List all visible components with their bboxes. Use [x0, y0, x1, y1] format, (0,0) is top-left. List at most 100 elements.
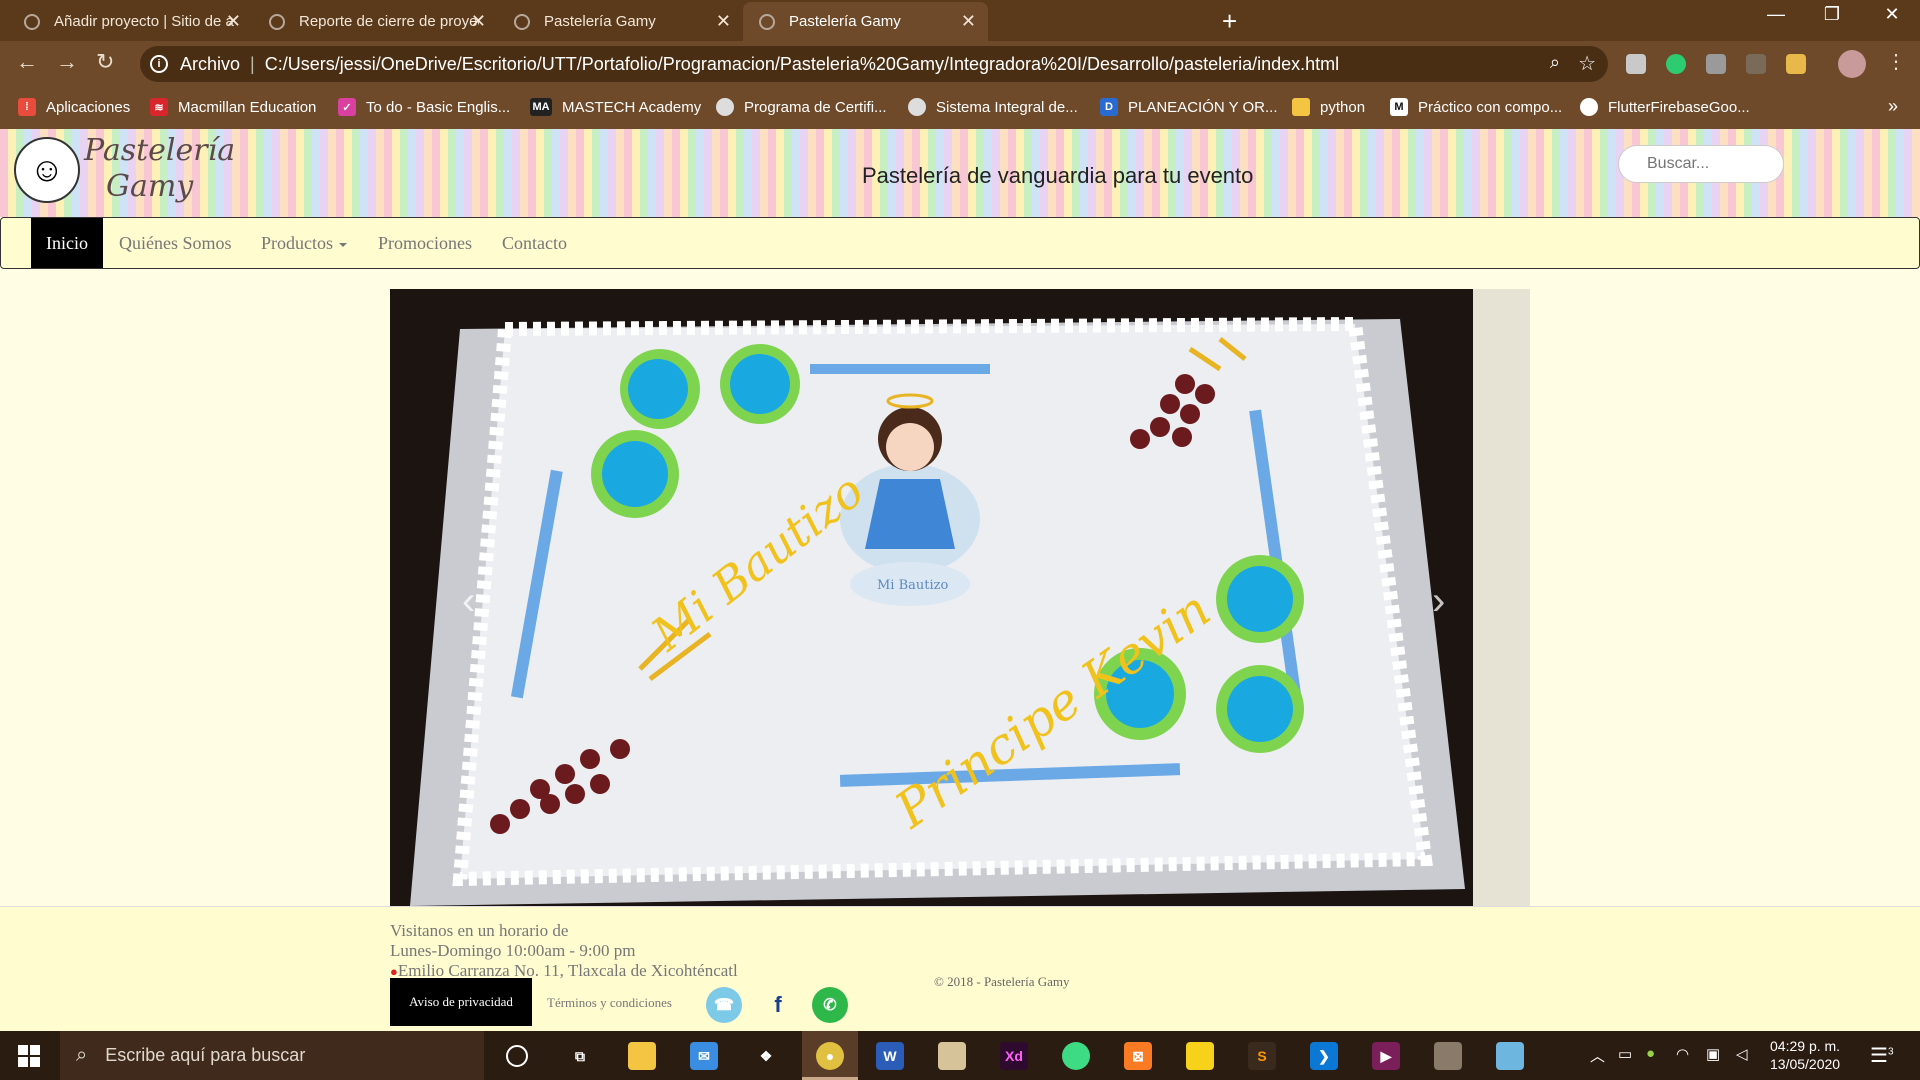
- mastech-icon: MA: [530, 98, 552, 116]
- extension-cast-icon[interactable]: [1626, 54, 1646, 74]
- taskbar-clock[interactable]: 04:29 p. m. 13/05/2020: [1770, 1037, 1840, 1073]
- bookmark-mastech[interactable]: MA MASTECH Academy: [530, 98, 701, 116]
- chef-logo-icon[interactable]: ☺: [14, 137, 80, 203]
- tab-pasteleria-active[interactable]: Pastelería Gamy ✕: [743, 2, 988, 41]
- site-footer: Visitanos en un horario de Lunes-Domingo…: [0, 906, 1920, 1031]
- profile-avatar[interactable]: [1838, 50, 1866, 78]
- tray-chevron-icon[interactable]: ︿: [1590, 1045, 1605, 1066]
- minimize-button[interactable]: —: [1746, 4, 1806, 25]
- more-bookmarks-icon[interactable]: »: [1888, 96, 1898, 117]
- extension-shield-icon[interactable]: [1666, 54, 1686, 74]
- nav-promociones[interactable]: Promociones: [363, 218, 487, 268]
- footer-info: Visitanos en un horario de Lunes-Domingo…: [390, 921, 738, 982]
- url-text[interactable]: C:/Users/jessi/OneDrive/Escritorio/UTT/P…: [265, 54, 1465, 75]
- tab-admin[interactable]: Añadir proyecto | Sitio de admini ✕: [8, 2, 253, 41]
- wifi-icon[interactable]: ◠: [1676, 1045, 1689, 1063]
- zoom-icon[interactable]: ⌕: [1550, 52, 1560, 73]
- logo-line-2: Gamy: [106, 169, 194, 204]
- globe-icon: [24, 13, 40, 30]
- sticky-notes-icon[interactable]: [1186, 1042, 1214, 1070]
- nav-productos[interactable]: Productos: [246, 218, 362, 268]
- cake-illustration: Mi Bautizo Mi Bautizo Principe Kevin: [390, 289, 1473, 906]
- search-input[interactable]: [1618, 145, 1784, 183]
- close-tab-icon[interactable]: ✕: [226, 11, 241, 32]
- adobe-xd-icon[interactable]: Xd: [1000, 1042, 1028, 1070]
- bookmark-practico[interactable]: M Práctico con compo...: [1390, 98, 1562, 116]
- word-icon[interactable]: W: [876, 1042, 904, 1070]
- globe-icon: [759, 13, 775, 30]
- back-icon[interactable]: ←: [16, 49, 38, 75]
- taskbar-search[interactable]: ⌕ Escribe aquí para buscar: [60, 1031, 484, 1080]
- tab-title: Pastelería Gamy: [544, 13, 656, 30]
- extension-layers-icon[interactable]: [1706, 54, 1726, 74]
- bookmark-python[interactable]: python: [1292, 98, 1365, 116]
- tab-reporte[interactable]: Reporte de cierre de proyecto.pd ✕: [253, 2, 498, 41]
- cortana-icon[interactable]: [506, 1045, 528, 1067]
- tray-app-icon[interactable]: ●: [1646, 1045, 1655, 1062]
- topper-label: Mi Bautizo: [877, 578, 949, 593]
- tab-pasteleria-1[interactable]: Pastelería Gamy ✕: [498, 2, 743, 41]
- notepad-icon[interactable]: [1496, 1042, 1524, 1070]
- bookmark-flutter[interactable]: FlutterFirebaseGoo...: [1580, 98, 1750, 116]
- extension-pen-icon[interactable]: [1786, 54, 1806, 74]
- carousel-slide-image: Mi Bautizo Mi Bautizo Principe Kevin: [390, 289, 1473, 906]
- contact-robot-icon[interactable]: ☎: [706, 987, 742, 1023]
- bookmark-sistema[interactable]: Sistema Integral de...: [908, 98, 1078, 116]
- logo-line-1: Pastelería: [84, 133, 236, 168]
- bookmark-planeacion[interactable]: D PLANEACIÓN Y OR...: [1100, 98, 1278, 116]
- vscode-icon[interactable]: ❯: [1310, 1042, 1338, 1070]
- carousel-next-icon[interactable]: ›: [1432, 579, 1445, 624]
- image-carousel: Mi Bautizo Mi Bautizo Principe Kevin ‹ ›: [390, 289, 1530, 906]
- facebook-icon[interactable]: f: [760, 987, 796, 1023]
- windows-taskbar: ⌕ Escribe aquí para buscar ⧉ ✉ ❖ ● W Xd …: [0, 1031, 1920, 1080]
- nav-contacto[interactable]: Contacto: [487, 218, 582, 268]
- bookmark-macmillan[interactable]: ≋ Macmillan Education: [150, 98, 316, 116]
- android-studio-icon[interactable]: [1062, 1042, 1090, 1070]
- footer-hours-title: Visitanos en un horario de: [390, 921, 569, 940]
- nav-inicio[interactable]: Inicio: [31, 218, 103, 268]
- dropbox-icon[interactable]: ❖: [752, 1042, 780, 1070]
- app-icon[interactable]: [1434, 1042, 1462, 1070]
- address-bar[interactable]: i Archivo | C:/Users/jessi/OneDrive/Escr…: [140, 46, 1608, 82]
- close-tab-icon[interactable]: ✕: [716, 11, 731, 32]
- windows-start-icon[interactable]: [18, 1045, 40, 1067]
- main-navbar: Inicio Quiénes Somos Productos Promocion…: [0, 217, 1920, 269]
- video-player-icon[interactable]: ▶: [1372, 1042, 1400, 1070]
- task-view-icon[interactable]: ⧉: [566, 1042, 594, 1070]
- close-window-button[interactable]: ✕: [1862, 4, 1920, 25]
- tools-icon[interactable]: [938, 1042, 966, 1070]
- mail-icon[interactable]: ✉: [690, 1042, 718, 1070]
- bookmark-todo[interactable]: ✓ To do - Basic Englis...: [338, 98, 510, 116]
- new-tab-button[interactable]: +: [1222, 6, 1237, 37]
- address-row: ← → ↻ i Archivo | C:/Users/jessi/OneDriv…: [0, 41, 1920, 88]
- close-tab-icon[interactable]: ✕: [961, 11, 976, 32]
- reload-icon[interactable]: ↻: [96, 49, 114, 75]
- site-logo-text[interactable]: Pastelería Gamy: [84, 133, 235, 205]
- info-icon[interactable]: i: [150, 55, 168, 73]
- restore-button[interactable]: ❐: [1802, 4, 1862, 25]
- extension-recycle-icon[interactable]: [1746, 54, 1766, 74]
- close-tab-icon[interactable]: ✕: [471, 11, 486, 32]
- globe-icon: [716, 98, 734, 116]
- medium-icon: M: [1390, 98, 1408, 116]
- volume-icon[interactable]: ◁: [1736, 1045, 1748, 1063]
- bookmark-label: Programa de Certifi...: [744, 98, 887, 116]
- bookmark-programa[interactable]: Programa de Certifi...: [716, 98, 887, 116]
- nav-quienes-somos[interactable]: Quiénes Somos: [104, 218, 247, 268]
- file-explorer-icon[interactable]: [628, 1042, 656, 1070]
- macmillan-icon: ≋: [150, 98, 168, 116]
- xampp-icon[interactable]: ⊠: [1124, 1042, 1152, 1070]
- battery-icon[interactable]: ▭: [1618, 1045, 1632, 1063]
- menu-kebab-icon[interactable]: ⋮: [1886, 49, 1906, 74]
- forward-icon[interactable]: →: [56, 49, 78, 75]
- carousel-prev-icon[interactable]: ‹: [462, 579, 475, 624]
- privacy-notice-button[interactable]: Aviso de privacidad: [390, 978, 532, 1026]
- whatsapp-icon[interactable]: ✆: [812, 987, 848, 1023]
- bookmark-aplicaciones[interactable]: ⁞ Aplicaciones: [18, 98, 130, 116]
- sublime-icon[interactable]: S: [1248, 1042, 1276, 1070]
- chrome-icon[interactable]: ●: [816, 1042, 844, 1070]
- network-icon[interactable]: ▣: [1706, 1045, 1720, 1063]
- notifications-icon[interactable]: ☰3: [1870, 1043, 1894, 1068]
- bookmark-star-icon[interactable]: ☆: [1578, 51, 1596, 76]
- terms-link[interactable]: Términos y condiciones: [547, 995, 672, 1011]
